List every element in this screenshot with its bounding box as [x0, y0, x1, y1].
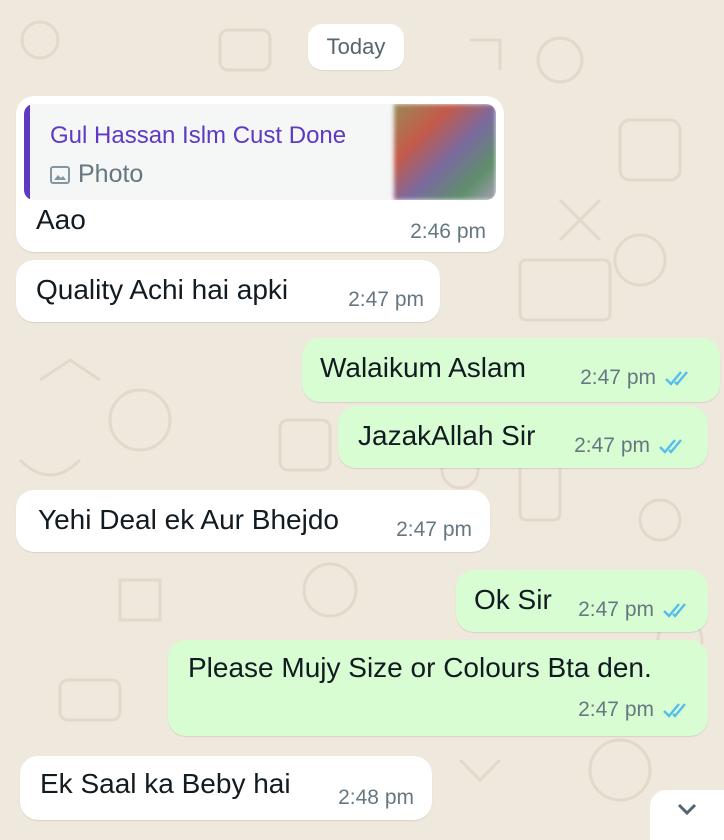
message-incoming[interactable]: Ek Saal ka Beby hai 2:48 pm	[20, 756, 432, 820]
chevron-down-icon	[677, 803, 697, 816]
quoted-photo-thumbnail[interactable]	[394, 104, 496, 200]
message-incoming-quoted[interactable]: Gul Hassan Islm Cust Done Photo Aao 2:46…	[16, 96, 504, 252]
message-text: JazakAllah Sir	[358, 420, 536, 451]
message-outgoing[interactable]: Ok Sir 2:47 pm	[456, 570, 708, 632]
message-time: 2:47 pm	[348, 288, 424, 312]
message-time: 2:47 pm	[396, 518, 472, 542]
double-check-icon	[663, 603, 686, 618]
message-time: 2:46 pm	[410, 220, 486, 244]
message-outgoing[interactable]: JazakAllah Sir 2:47 pm	[338, 406, 708, 468]
message-time: 2:47 pm	[578, 598, 690, 622]
message-timestamp: 2:47 pm	[578, 598, 654, 621]
date-divider-label: Today	[326, 34, 386, 59]
quoted-media-type: Photo	[50, 160, 143, 189]
message-time: 2:47 pm	[578, 698, 690, 722]
message-time: 2:47 pm	[574, 434, 686, 458]
message-text: Yehi Deal ek Aur Bhejdo	[38, 504, 339, 535]
double-check-icon	[659, 439, 682, 454]
double-check-icon	[665, 371, 688, 386]
quoted-sender-name: Gul Hassan Islm Cust Done	[50, 122, 347, 149]
message-timestamp: 2:47 pm	[580, 366, 656, 389]
message-timestamp: 2:46 pm	[410, 220, 486, 243]
message-text: Ek Saal ka Beby hai	[40, 768, 291, 799]
message-text: Walaikum Aslam	[320, 352, 526, 383]
date-divider: Today	[308, 24, 404, 70]
message-outgoing[interactable]: Walaikum Aslam 2:47 pm	[302, 338, 720, 402]
message-text: Please Mujy Size or Colours Bta den.	[188, 652, 652, 683]
message-text: Quality Achi hai apki	[36, 274, 289, 305]
message-timestamp: 2:47 pm	[574, 434, 650, 457]
message-timestamp: 2:48 pm	[338, 786, 414, 809]
message-incoming[interactable]: Quality Achi hai apki 2:47 pm	[16, 260, 440, 322]
message-timestamp: 2:47 pm	[348, 288, 424, 311]
message-time: 2:48 pm	[338, 786, 414, 810]
scroll-to-bottom-button[interactable]	[650, 790, 724, 840]
message-timestamp: 2:47 pm	[396, 518, 472, 541]
message-time: 2:47 pm	[580, 366, 692, 390]
message-text: Ok Sir	[474, 584, 552, 615]
double-check-icon	[663, 703, 686, 718]
message-text: Aao	[36, 204, 86, 235]
image-icon	[50, 165, 70, 184]
message-timestamp: 2:47 pm	[578, 698, 654, 721]
quote-accent-bar	[24, 104, 30, 200]
message-incoming[interactable]: Yehi Deal ek Aur Bhejdo 2:47 pm	[16, 490, 490, 552]
message-outgoing[interactable]: Please Mujy Size or Colours Bta den. 2:4…	[168, 640, 708, 736]
quoted-media-label: Photo	[78, 160, 144, 188]
quoted-message[interactable]: Gul Hassan Islm Cust Done Photo	[24, 104, 496, 200]
